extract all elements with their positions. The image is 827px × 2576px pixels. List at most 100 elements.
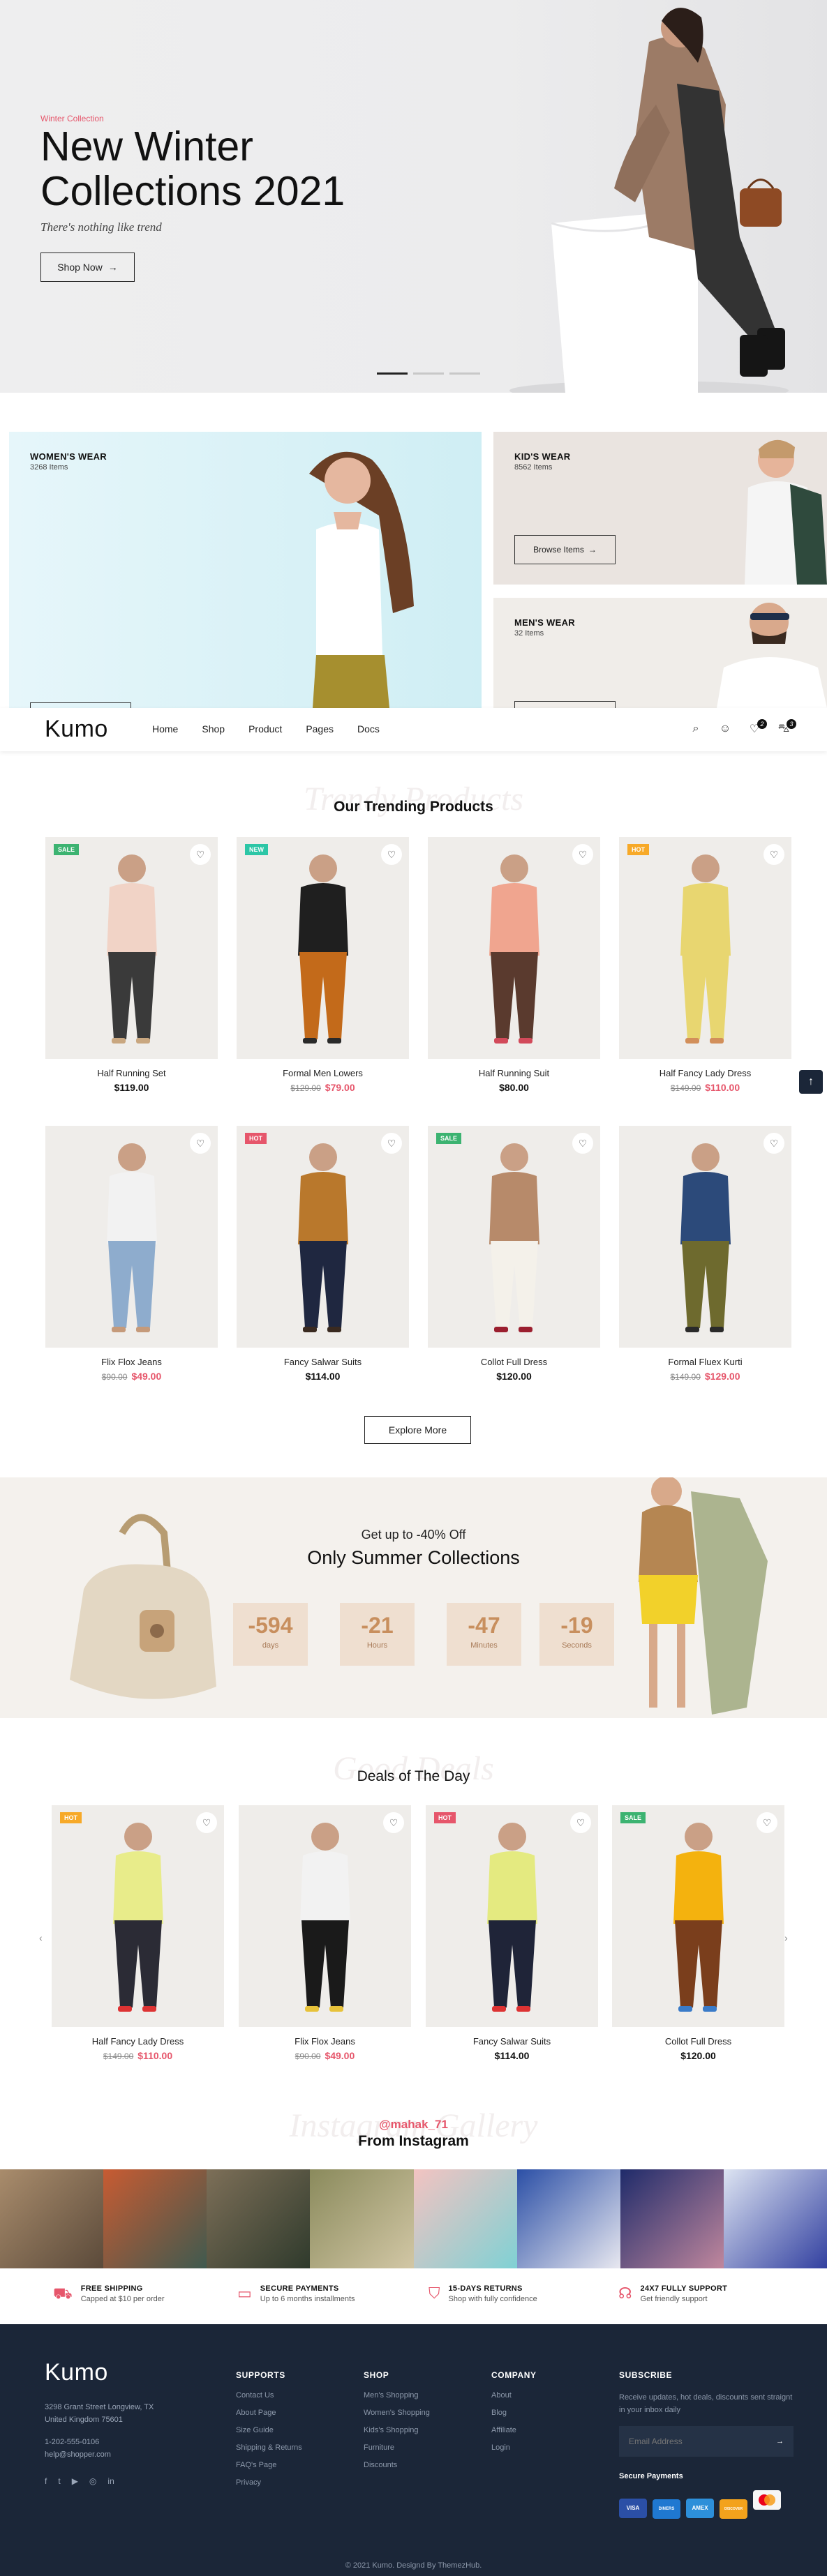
browse-items-button[interactable]: Browse Items → (514, 535, 616, 564)
product-card[interactable]: SALE ♡ Collot Full Dress $120.00 (612, 1805, 784, 2061)
product-card[interactable]: NEW ♡ Formal Men Lowers $129.00 $79.00 (237, 837, 409, 1093)
footer-link[interactable]: Privacy (236, 2478, 302, 2487)
footer-link[interactable]: Furniture (364, 2443, 430, 2452)
product-card[interactable]: ♡ Flix Flox Jeans $90.00 $49.00 (239, 1805, 411, 2061)
shop-now-button[interactable]: Shop Now → (40, 253, 135, 282)
category-womens-wear[interactable]: WOMEN'S WEAR 3268 Items (9, 432, 482, 708)
wishlist-heart-icon[interactable]: ♡ (757, 1812, 777, 1833)
footer-link[interactable]: About (491, 2391, 537, 2400)
product-name[interactable]: Half Fancy Lady Dress (52, 2036, 224, 2047)
product-image[interactable]: HOT ♡ (426, 1805, 598, 2027)
footer-link[interactable]: Discounts (364, 2461, 430, 2469)
product-image[interactable]: NEW ♡ (237, 837, 409, 1059)
product-name[interactable]: Flix Flox Jeans (239, 2036, 411, 2047)
nav-pages[interactable]: Pages (306, 723, 334, 735)
facebook-icon[interactable]: f (45, 2475, 47, 2487)
wishlist-heart-icon[interactable]: ♡ (572, 844, 593, 865)
wishlist-heart-icon[interactable]: ♡ (383, 1812, 404, 1833)
slider-dot-3[interactable] (449, 372, 480, 375)
product-name[interactable]: Fancy Salwar Suits (426, 2036, 598, 2047)
wishlist-heart-icon[interactable]: ♡ (572, 1133, 593, 1154)
footer-link[interactable]: Contact Us (236, 2391, 302, 2400)
email-input[interactable] (629, 2436, 754, 2446)
footer-link[interactable]: Women's Shopping (364, 2409, 430, 2417)
footer-link[interactable]: FAQ's Page (236, 2461, 302, 2469)
instagram-photo-7[interactable] (620, 2169, 724, 2268)
product-image[interactable]: ♡ (428, 837, 600, 1059)
instagram-handle[interactable]: @mahak_71 (0, 2118, 827, 2132)
product-name[interactable]: Collot Full Dress (612, 2036, 784, 2047)
product-image[interactable]: HOT ♡ (619, 837, 791, 1059)
wishlist-heart-icon[interactable]: ♡ (763, 844, 784, 865)
wishlist-heart-icon[interactable]: ♡ (196, 1812, 217, 1833)
nav-product[interactable]: Product (248, 723, 282, 735)
linkedin-icon[interactable]: in (107, 2475, 114, 2487)
wishlist-heart-icon[interactable]: ♡ (190, 844, 211, 865)
product-card[interactable]: SALE ♡ Half Running Set $119.00 (45, 837, 218, 1093)
product-name[interactable]: Collot Full Dress (428, 1357, 600, 1367)
carousel-next-icon[interactable]: › (784, 1932, 788, 1943)
product-image[interactable]: HOT ♡ (237, 1126, 409, 1348)
product-image[interactable]: ♡ (45, 1126, 218, 1348)
footer-link[interactable]: Login (491, 2443, 537, 2452)
category-mens-wear[interactable]: MEN'S WEAR 32 Items (493, 598, 827, 708)
footer-link[interactable]: Kids's Shopping (364, 2426, 430, 2434)
wishlist-heart-icon[interactable]: ♡ (190, 1133, 211, 1154)
instagram-icon[interactable]: ◎ (89, 2475, 96, 2487)
cart-icon[interactable]: ⛍ 3 (777, 719, 796, 736)
product-card[interactable]: HOT ♡ Half Fancy Lady Dress $149.00 $110.00 (52, 1805, 224, 2061)
nav-home[interactable]: Home (152, 723, 178, 735)
instagram-photo-6[interactable] (516, 2169, 620, 2268)
carousel-prev-icon[interactable]: ‹ (39, 1932, 43, 1943)
browse-items-button-partial[interactable] (30, 702, 131, 708)
footer-email[interactable]: help@shopper.com (45, 2448, 154, 2461)
product-image[interactable]: ♡ (239, 1805, 411, 2027)
product-name[interactable]: Formal Men Lowers (237, 1068, 409, 1078)
category-kids-wear[interactable]: KID'S WEAR 8562 Items Browse Items → (493, 432, 827, 585)
slider-dot-2[interactable] (413, 372, 444, 375)
product-card[interactable]: SALE ♡ Collot Full Dress $120.00 (428, 1126, 600, 1382)
wishlist-icon[interactable]: ♡ 2 (747, 719, 767, 736)
wishlist-heart-icon[interactable]: ♡ (381, 1133, 402, 1154)
product-name[interactable]: Half Fancy Lady Dress (619, 1068, 791, 1078)
instagram-photo-2[interactable] (103, 2169, 207, 2268)
instagram-photo-8[interactable] (723, 2169, 827, 2268)
product-name[interactable]: Formal Fluex Kurti (619, 1357, 791, 1367)
product-card[interactable]: HOT ♡ Fancy Salwar Suits $114.00 (426, 1805, 598, 2061)
wishlist-heart-icon[interactable]: ♡ (763, 1133, 784, 1154)
product-card[interactable]: HOT ♡ Fancy Salwar Suits $114.00 (237, 1126, 409, 1382)
youtube-icon[interactable]: ▶ (72, 2475, 78, 2487)
explore-more-button[interactable]: Explore More (364, 1416, 471, 1444)
wishlist-heart-icon[interactable]: ♡ (570, 1812, 591, 1833)
search-icon[interactable]: ⌕ (689, 722, 703, 736)
slider-dot-1[interactable] (377, 372, 408, 375)
footer-link[interactable]: Shipping & Returns (236, 2443, 302, 2452)
product-image[interactable]: ♡ (619, 1126, 791, 1348)
nav-docs[interactable]: Docs (357, 723, 380, 735)
wishlist-heart-icon[interactable]: ♡ (381, 844, 402, 865)
user-icon[interactable]: ☺ (718, 722, 732, 736)
footer-link[interactable]: Size Guide (236, 2426, 302, 2434)
scroll-top-button[interactable]: ↑ (799, 1070, 823, 1094)
product-card[interactable]: ♡ Formal Fluex Kurti $149.00 $129.00 (619, 1126, 791, 1382)
browse-items-button-partial[interactable] (514, 701, 616, 708)
footer-link[interactable]: Men's Shopping (364, 2391, 430, 2400)
footer-link[interactable]: About Page (236, 2409, 302, 2417)
instagram-photo-5[interactable] (413, 2169, 517, 2268)
email-subscribe-field[interactable]: → (619, 2426, 794, 2457)
product-image[interactable]: SALE ♡ (45, 837, 218, 1059)
instagram-photo-4[interactable] (310, 2169, 414, 2268)
product-name[interactable]: Half Running Set (45, 1068, 218, 1078)
product-image[interactable]: HOT ♡ (52, 1805, 224, 2027)
product-image[interactable]: SALE ♡ (612, 1805, 784, 2027)
product-card[interactable]: ♡ Flix Flox Jeans $90.00 $49.00 (45, 1126, 218, 1382)
footer-link[interactable]: Affiliate (491, 2426, 537, 2434)
site-logo[interactable]: Kumo (45, 716, 108, 743)
instagram-photo-1[interactable] (0, 2169, 104, 2268)
nav-shop[interactable]: Shop (202, 723, 225, 735)
product-name[interactable]: Flix Flox Jeans (45, 1357, 218, 1367)
product-card[interactable]: HOT ♡ Half Fancy Lady Dress $149.00 $110.00 (619, 837, 791, 1093)
arrow-right-icon[interactable]: → (776, 2437, 784, 2446)
product-name[interactable]: Fancy Salwar Suits (237, 1357, 409, 1367)
footer-link[interactable]: Blog (491, 2409, 537, 2417)
